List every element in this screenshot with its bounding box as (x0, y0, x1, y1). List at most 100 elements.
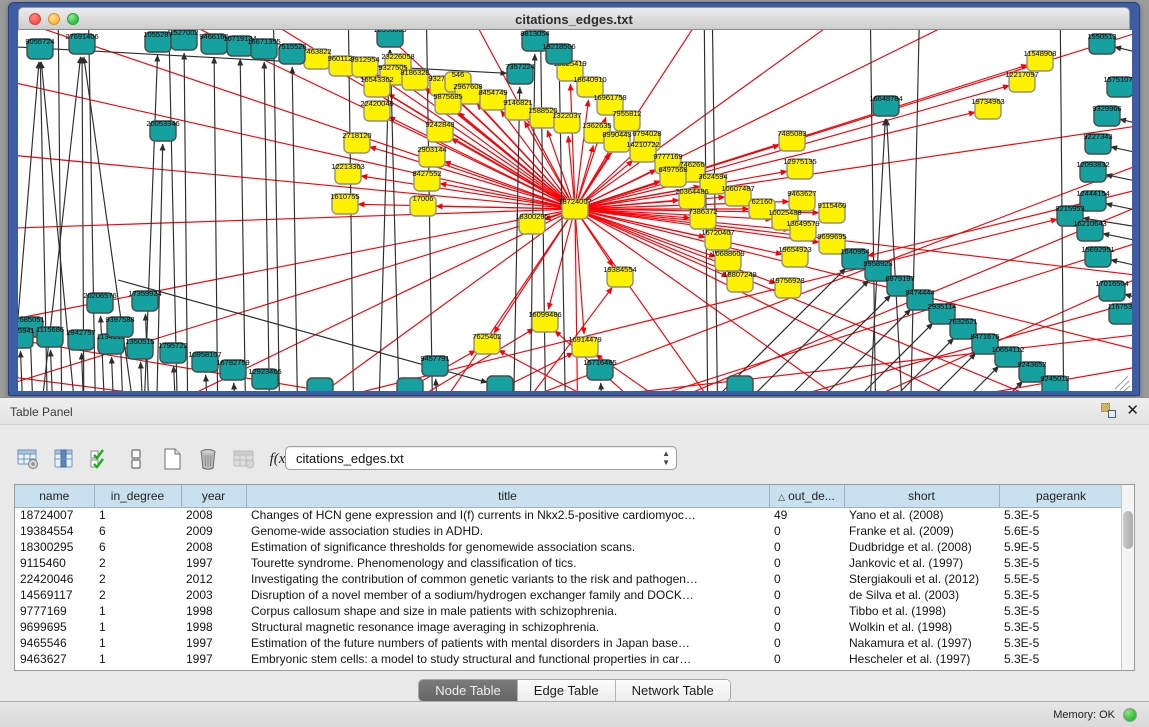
table-cell[interactable]: Dudbridge et al. (2008) (844, 539, 999, 555)
table-cell[interactable]: Estimation of the future numbers of pati… (246, 635, 769, 651)
table-cell[interactable]: Disruption of a novel member of a sodium… (246, 587, 769, 603)
table-settings-icon[interactable] (14, 445, 42, 473)
graph-node[interactable]: 1527002 (169, 30, 198, 50)
graph-node[interactable]: 13649579 (786, 219, 819, 241)
graph-node[interactable]: 27691406 (65, 32, 98, 54)
graph-node[interactable]: 1322037 (552, 111, 581, 133)
table-cell[interactable]: 9115460 (15, 555, 94, 571)
table-row[interactable]: 946554611997Estimation of the future num… (15, 635, 1123, 651)
graph-node[interactable]: 12975135 (783, 157, 816, 179)
column-header[interactable]: short (844, 485, 999, 507)
table-cell[interactable]: Stergiakouli et al. (2012) (844, 571, 999, 587)
column-header[interactable]: in_degree (94, 485, 181, 507)
table-cell[interactable]: 5.9E-5 (999, 539, 1123, 555)
graph-node[interactable]: 10688609 (711, 249, 744, 271)
graph-node[interactable]: 12213363 (331, 162, 364, 184)
table-cell[interactable]: Corpus callosum shape and size in male p… (246, 603, 769, 619)
table-cell[interactable]: Structural magnetic resonance image aver… (246, 619, 769, 635)
graph-node[interactable]: 1350515 (125, 337, 154, 359)
graph-node[interactable]: 7515526 (277, 42, 306, 64)
table-cell[interactable]: Tibbo et al. (1998) (844, 603, 999, 619)
graph-node[interactable]: 9329966 (1092, 104, 1121, 126)
table-cell[interactable]: 1998 (181, 619, 246, 635)
graph-node[interactable]: 16210643 (1073, 219, 1106, 241)
table-cell[interactable]: Nakamura et al. (1997) (844, 635, 999, 651)
graph-node[interactable]: 11548908 (1024, 49, 1057, 71)
table-cell[interactable]: Changes of HCN gene expression and I(f) … (246, 507, 769, 523)
table-row[interactable]: 946362711997Embryonic stem cells: a mode… (15, 651, 1123, 667)
table-row[interactable]: 911546021997Tourette syndrome. Phenomeno… (15, 555, 1123, 571)
table-cell[interactable]: 1 (94, 603, 181, 619)
graph-node[interactable]: 15751074 (1103, 75, 1132, 97)
graph-node[interactable]: 7357224 (505, 62, 534, 84)
graph-node[interactable]: 9055724 (25, 37, 54, 59)
table-cell[interactable]: 5.6E-5 (999, 523, 1123, 539)
window-titlebar[interactable]: citations_edges.txt (18, 7, 1130, 30)
table-cell[interactable]: 1 (94, 619, 181, 635)
tab-network-table[interactable]: Network Table (616, 680, 730, 701)
graph-node[interactable]: 1115686 (36, 325, 64, 347)
table-cell[interactable]: 0 (769, 651, 844, 667)
table-cell[interactable]: 0 (769, 523, 844, 539)
table-cell[interactable]: 1 (94, 507, 181, 523)
graph-node[interactable]: 16782759 (216, 358, 249, 380)
table-cell[interactable]: 0 (769, 635, 844, 651)
table-cell[interactable]: 2009 (181, 523, 246, 539)
graph-node[interactable]: 16914479 (568, 335, 601, 357)
graph-node[interactable]: 1167535 (1108, 302, 1132, 324)
tab-edge-table[interactable]: Edge Table (518, 680, 616, 701)
graph-node[interactable]: 2718120 (342, 131, 371, 153)
graph-node[interactable]: 12217097 (1005, 70, 1038, 92)
graph-node[interactable]: 20206576 (83, 291, 116, 313)
graph-node[interactable]: 19218506 (542, 42, 575, 64)
graph-node[interactable]: 19384554 (603, 265, 636, 287)
table-cell[interactable]: 9777169 (15, 603, 94, 619)
table-cell[interactable]: 0 (769, 539, 844, 555)
table-cell[interactable]: 2 (94, 555, 181, 571)
graph-node[interactable]: 7386372 (688, 207, 717, 229)
graph-node[interactable]: 6497568 (658, 165, 687, 187)
graph-node[interactable]: 20364486 (675, 187, 708, 209)
graph-node[interactable]: 9457791 (420, 354, 449, 376)
table-cell[interactable]: 1 (94, 651, 181, 667)
table-cell[interactable]: Estimation of significance thresholds fo… (246, 539, 769, 555)
import-table-icon[interactable] (230, 445, 258, 473)
table-cell[interactable]: Embryonic stem cells: a model to study s… (246, 651, 769, 667)
table-cell[interactable]: 5.3E-5 (999, 507, 1123, 523)
table-cell[interactable]: 1997 (181, 651, 246, 667)
graph-node[interactable]: 16648784 (869, 94, 902, 116)
graph-node[interactable]: 18724007 (558, 197, 591, 219)
table-cell[interactable]: 2 (94, 587, 181, 603)
column-header[interactable]: title (246, 485, 769, 507)
column-visibility-icon[interactable] (50, 445, 78, 473)
table-cell[interactable]: 5.3E-5 (999, 555, 1123, 571)
graph-node[interactable]: 18807249 (723, 270, 756, 292)
table-cell[interactable]: Hescheler et al. (1997) (844, 651, 999, 667)
close-panel-icon[interactable]: ✕ (1126, 403, 1139, 418)
table-cell[interactable]: 19384554 (15, 523, 94, 539)
graph-node[interactable]: 16543362 (360, 75, 393, 97)
table-cell[interactable]: 5.3E-5 (999, 635, 1123, 651)
graph-node[interactable]: 16720407 (701, 228, 734, 250)
table-cell[interactable]: 1 (94, 635, 181, 651)
graph-node[interactable]: 1795722 (158, 341, 187, 363)
table-cell[interactable]: Wolkin et al. (1998) (844, 619, 999, 635)
table-cell[interactable]: Genome-wide association studies in ADHD. (246, 523, 769, 539)
graph-node[interactable]: 22420046 (360, 99, 393, 121)
table-cell[interactable]: Tourette syndrome. Phenomenology and cla… (246, 555, 769, 571)
table-cell[interactable]: 2008 (181, 507, 246, 523)
table-cell[interactable]: 0 (769, 603, 844, 619)
table-cell[interactable]: 0 (769, 587, 844, 603)
resize-grip-icon[interactable] (1115, 376, 1128, 389)
table-cell[interactable]: 5.3E-5 (999, 587, 1123, 603)
graph-node[interactable] (487, 376, 513, 391)
graph-node[interactable]: 1550513 (1087, 32, 1116, 54)
column-header[interactable]: pagerank (999, 485, 1123, 507)
graph-node[interactable]: 1610755 (330, 192, 359, 214)
graph-node[interactable] (397, 378, 423, 391)
column-header[interactable]: △out_de... (769, 485, 844, 507)
graph-node[interactable]: 12923465 (248, 367, 281, 389)
table-cell[interactable]: 1998 (181, 603, 246, 619)
table-scrollbar[interactable] (1121, 485, 1134, 670)
graph-node[interactable]: 17006 (410, 194, 436, 216)
